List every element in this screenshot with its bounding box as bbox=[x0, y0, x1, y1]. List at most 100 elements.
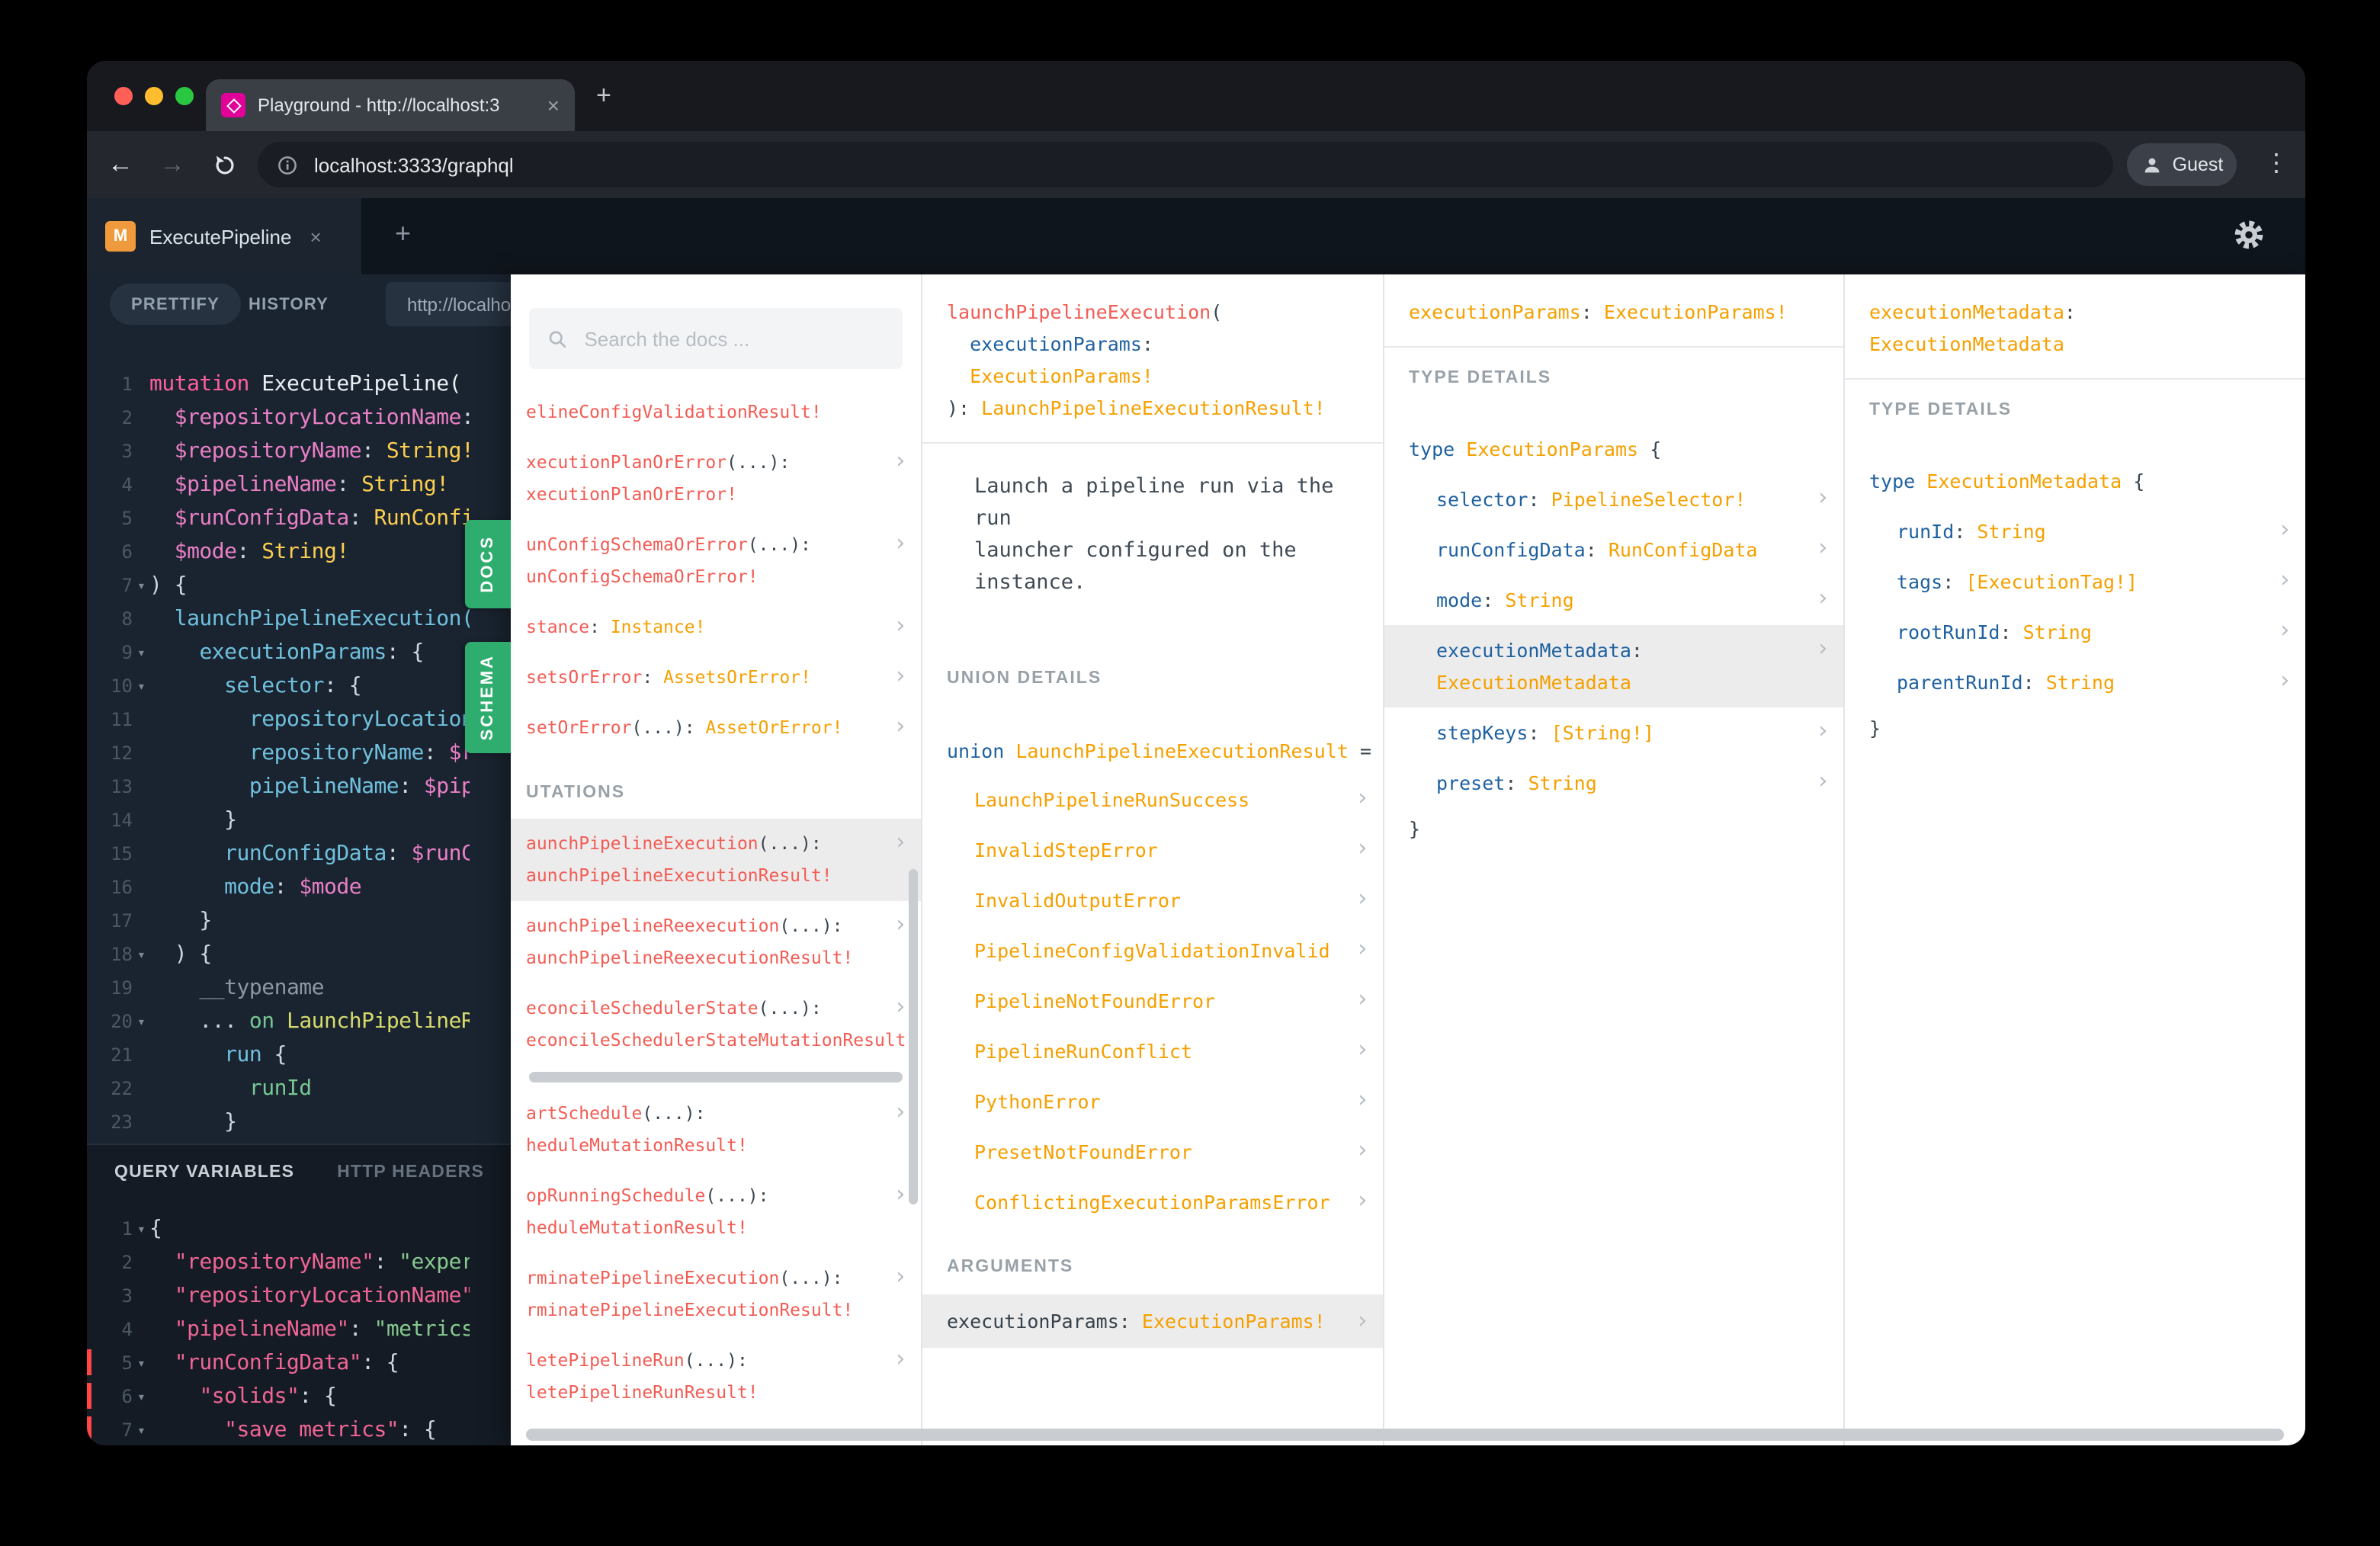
doc-list-item[interactable]: unConfigSchemaOrError(...): unConfigSchem… bbox=[511, 520, 921, 602]
code-line[interactable]: 8 launchPipelineExecution( bbox=[87, 602, 470, 636]
doc-list-item[interactable]: opRunningSchedule(...): heduleMutationRes… bbox=[511, 1171, 921, 1253]
doc-list-item[interactable]: setsOrError: AssetsOrError! › bbox=[511, 653, 921, 703]
docs-vertical-scrollbar[interactable] bbox=[909, 869, 918, 1204]
code-line[interactable]: 5 $runConfigData: RunConfigData bbox=[87, 502, 470, 535]
code-line[interactable]: 15 runConfigData: $runConfigData bbox=[87, 837, 470, 871]
code-line[interactable]: 3 "repositoryLocationName": bbox=[87, 1279, 470, 1313]
fold-arrow-icon[interactable]: ▾ bbox=[137, 637, 146, 671]
code-line[interactable]: 12 repositoryName: $repositoryName bbox=[87, 736, 470, 770]
graphql-query-editor[interactable]: 1 mutation ExecutePipeline(2 $repositoryL… bbox=[87, 367, 470, 1139]
fold-arrow-icon[interactable]: ▾ bbox=[137, 1415, 146, 1445]
union-member-row[interactable]: LaunchPipelineRunSuccess › bbox=[922, 775, 1383, 825]
code-line[interactable]: 4 $pipelineName: String! bbox=[87, 468, 470, 502]
fold-arrow-icon[interactable]: ▾ bbox=[137, 1006, 146, 1040]
page-info-icon[interactable] bbox=[276, 153, 299, 176]
docs-horizontal-scrollbar[interactable] bbox=[526, 1429, 2284, 1441]
doc-list-item[interactable]: letePipelineRun(...): letePipelineRunResu… bbox=[511, 1336, 921, 1418]
fold-arrow-icon[interactable]: ▾ bbox=[137, 939, 146, 973]
code-line[interactable]: 4 "pipelineName": "metrics bbox=[87, 1313, 470, 1346]
code-line[interactable]: 21 run { bbox=[87, 1038, 470, 1072]
type-field-row[interactable]: mode: String › bbox=[1384, 575, 1843, 625]
code-line[interactable]: 11 repositoryLocationName: $repositoryLo… bbox=[87, 703, 470, 736]
url-bar[interactable]: localhost:3333/graphql bbox=[258, 142, 2113, 188]
union-member-row[interactable]: PipelineRunConflict › bbox=[922, 1026, 1383, 1076]
schema-side-tab[interactable]: SCHEMA bbox=[465, 642, 511, 753]
type-field-row[interactable]: selector: PipelineSelector! › bbox=[1384, 474, 1843, 524]
type-field-row[interactable]: parentRunId: String › bbox=[1845, 657, 2305, 707]
doc-list-item[interactable]: artSchedule(...): heduleMutationResult! › bbox=[511, 1089, 921, 1171]
code-line[interactable]: 1 mutation ExecutePipeline( bbox=[87, 367, 470, 401]
fold-arrow-icon[interactable]: ▾ bbox=[137, 1348, 146, 1381]
doc-list-item[interactable]: xecutionPlanOrError(...): xecutionPlanOrE… bbox=[511, 438, 921, 520]
code-line[interactable]: 6 ▾ "solids": { bbox=[87, 1380, 470, 1413]
tab-http-headers[interactable]: HTTP HEADERS bbox=[337, 1163, 484, 1182]
window-close-button[interactable] bbox=[114, 87, 133, 105]
reload-button[interactable] bbox=[206, 146, 242, 183]
code-line[interactable]: 23 } bbox=[87, 1105, 470, 1139]
code-line[interactable]: 14 } bbox=[87, 803, 470, 837]
fold-arrow-icon[interactable]: ▾ bbox=[137, 1214, 146, 1247]
docs-search-input[interactable] bbox=[581, 326, 884, 351]
session-tab[interactable]: M ExecutePipeline × bbox=[87, 198, 361, 274]
code-line[interactable]: 18 ▾ ) { bbox=[87, 938, 470, 971]
code-line[interactable]: 17 } bbox=[87, 904, 470, 938]
code-line[interactable]: 6 $mode: String! bbox=[87, 535, 470, 569]
union-member-row[interactable]: InvalidOutputError › bbox=[922, 875, 1383, 925]
tab-close-icon[interactable]: × bbox=[547, 93, 560, 117]
doc-list-item[interactable]: aunchPipelineReexecution(...): aunchPipel… bbox=[511, 901, 921, 983]
argument-row[interactable]: executionParams: ExecutionParams! › bbox=[922, 1294, 1383, 1348]
code-line[interactable]: 16 mode: $mode bbox=[87, 871, 470, 904]
fold-arrow-icon[interactable]: ▾ bbox=[137, 570, 146, 604]
new-session-tab-button[interactable]: + bbox=[395, 218, 411, 250]
prettify-button[interactable]: PRETTIFY bbox=[110, 284, 241, 325]
code-line[interactable]: 2 "repositoryName": "exper bbox=[87, 1246, 470, 1279]
code-line[interactable]: 22 runId bbox=[87, 1072, 470, 1105]
window-zoom-button[interactable] bbox=[175, 87, 194, 105]
code-line[interactable]: 20▾ ... on LaunchPipelineRunSuccess { bbox=[87, 1005, 470, 1038]
doc-list-item[interactable]: elineConfigValidationResult! bbox=[511, 387, 921, 438]
type-field-row[interactable]: rootRunId: String › bbox=[1845, 607, 2305, 657]
doc-list-item[interactable]: rminatePipelineExecution(...): rminatePip… bbox=[511, 1253, 921, 1336]
browser-tab[interactable]: Playground - http://localhost:3 × bbox=[206, 79, 575, 131]
browser-menu-button[interactable]: ⋮ bbox=[2264, 148, 2289, 178]
docs-mini-scrollbar[interactable] bbox=[529, 1072, 903, 1083]
code-line[interactable]: 13 pipelineName: $pipelineName bbox=[87, 770, 470, 803]
doc-list-item[interactable]: aunchPipelineExecution(...): aunchPipelin… bbox=[511, 819, 921, 901]
type-field-row[interactable]: executionMetadata: ExecutionMetadata › bbox=[1384, 625, 1843, 707]
forward-button[interactable]: → bbox=[154, 146, 191, 183]
fold-arrow-icon[interactable]: ▾ bbox=[137, 671, 146, 704]
doc-list-item[interactable]: stance: Instance! › bbox=[511, 602, 921, 653]
docs-side-tab[interactable]: DOCS bbox=[465, 520, 511, 608]
code-line[interactable]: 7 ▾) { bbox=[87, 569, 470, 602]
docs-search-box[interactable] bbox=[529, 308, 903, 369]
fold-arrow-icon[interactable]: ▾ bbox=[137, 1381, 146, 1415]
code-line[interactable]: 5 ▾ "runConfigData": { bbox=[87, 1346, 470, 1380]
session-tab-close-icon[interactable]: × bbox=[310, 225, 321, 248]
code-line[interactable]: 2 $repositoryLocationName: String! bbox=[87, 401, 470, 435]
type-field-row[interactable]: runConfigData: RunConfigData › bbox=[1384, 524, 1843, 575]
type-field-row[interactable]: preset: String › bbox=[1384, 758, 1843, 808]
code-line[interactable]: 19 __typename bbox=[87, 971, 470, 1005]
tab-query-variables[interactable]: QUERY VARIABLES bbox=[114, 1163, 294, 1182]
type-field-row[interactable]: runId: String › bbox=[1845, 506, 2305, 556]
endpoint-input[interactable]: http://localhost:3333/graphql bbox=[386, 282, 511, 326]
doc-list-item[interactable]: setOrError(...): AssetOrError! › bbox=[511, 703, 921, 753]
code-line[interactable]: 9 ▾ executionParams: { bbox=[87, 636, 470, 669]
history-button[interactable]: HISTORY bbox=[249, 284, 329, 325]
code-line[interactable]: 1 ▾{ bbox=[87, 1212, 470, 1246]
type-field-row[interactable]: tags: [ExecutionTag!] › bbox=[1845, 556, 2305, 607]
query-variables-editor[interactable]: 1 ▾{2 "repositoryName": "exper 3 "reposito… bbox=[87, 1212, 470, 1445]
union-member-row[interactable]: InvalidStepError › bbox=[922, 825, 1383, 875]
union-member-row[interactable]: PipelineConfigValidationInvalid › bbox=[922, 925, 1383, 976]
doc-list-item[interactable]: econcileSchedulerState(...): econcileSche… bbox=[511, 983, 921, 1066]
type-field-row[interactable]: stepKeys: [String!] › bbox=[1384, 707, 1843, 758]
union-member-row[interactable]: PipelineNotFoundError › bbox=[922, 976, 1383, 1026]
settings-button[interactable] bbox=[2232, 218, 2266, 259]
code-line[interactable]: 3 $repositoryName: String! bbox=[87, 435, 470, 468]
window-minimize-button[interactable] bbox=[145, 87, 163, 105]
union-member-row[interactable]: PresetNotFoundError › bbox=[922, 1127, 1383, 1177]
code-line[interactable]: 10 ▾ selector: { bbox=[87, 669, 470, 703]
profile-button[interactable]: Guest bbox=[2127, 143, 2237, 186]
union-member-row[interactable]: PythonError › bbox=[922, 1076, 1383, 1127]
new-tab-button[interactable]: + bbox=[596, 81, 611, 111]
